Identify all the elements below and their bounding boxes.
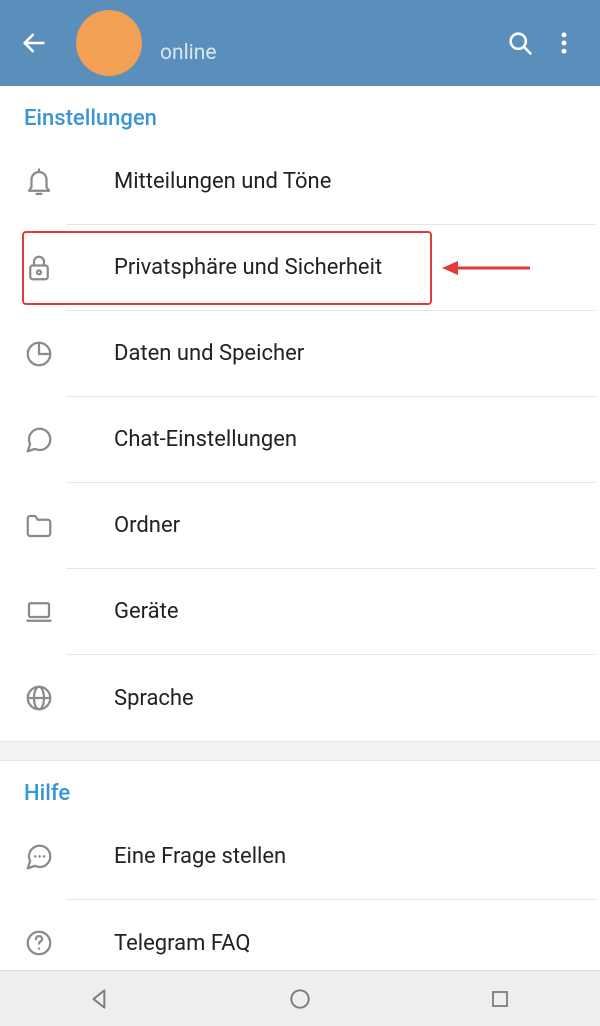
- help-item-ask[interactable]: Eine Frage stellen: [0, 814, 600, 900]
- settings-item-label: Ordner: [66, 483, 596, 569]
- settings-item-folders[interactable]: Ordner: [0, 483, 600, 569]
- triangle-back-icon: [87, 986, 113, 1012]
- bell-icon: [24, 167, 66, 197]
- header-title-block: online: [160, 21, 498, 65]
- nav-back-button[interactable]: [70, 979, 130, 1019]
- help-list: Eine Frage stellen Telegram FAQ: [0, 814, 600, 986]
- lock-icon: [24, 253, 66, 283]
- settings-item-chat[interactable]: Chat-Einstellungen: [0, 397, 600, 483]
- chat-bubble-icon: [24, 425, 66, 455]
- nav-home-button[interactable]: [270, 979, 330, 1019]
- settings-item-data[interactable]: Daten und Speicher: [0, 311, 600, 397]
- square-recent-icon: [488, 987, 512, 1011]
- help-item-label: Eine Frage stellen: [66, 814, 596, 900]
- settings-item-label: Sprache: [66, 655, 596, 741]
- settings-item-label: Privatsphäre und Sicherheit: [66, 225, 596, 311]
- settings-item-devices[interactable]: Geräte: [0, 569, 600, 655]
- search-button[interactable]: [498, 21, 542, 65]
- arrow-left-icon: [20, 29, 48, 57]
- settings-item-label: Mitteilungen und Töne: [66, 139, 596, 225]
- question-circle-icon: [24, 928, 66, 958]
- settings-item-label: Daten und Speicher: [66, 311, 596, 397]
- section-title-settings: Einstellungen: [0, 86, 600, 139]
- globe-icon: [24, 683, 66, 713]
- laptop-icon: [24, 597, 66, 627]
- section-title-help: Hilfe: [0, 761, 600, 814]
- more-vertical-icon: [550, 29, 578, 57]
- settings-item-label: Chat-Einstellungen: [66, 397, 596, 483]
- status-text: online: [160, 41, 498, 65]
- folder-icon: [24, 511, 66, 541]
- chat-dots-icon: [24, 842, 66, 872]
- settings-item-label: Geräte: [66, 569, 596, 655]
- circle-home-icon: [287, 986, 313, 1012]
- app-header: online: [0, 0, 600, 86]
- settings-item-privacy[interactable]: Privatsphäre und Sicherheit: [0, 225, 600, 311]
- system-navbar: [0, 970, 600, 1026]
- section-divider: [0, 741, 600, 761]
- pie-chart-icon: [24, 339, 66, 369]
- settings-item-language[interactable]: Sprache: [0, 655, 600, 741]
- overflow-menu-button[interactable]: [542, 21, 586, 65]
- back-button[interactable]: [14, 23, 54, 63]
- avatar[interactable]: [76, 10, 142, 76]
- nav-recent-button[interactable]: [470, 979, 530, 1019]
- settings-item-notifications[interactable]: Mitteilungen und Töne: [0, 139, 600, 225]
- search-icon: [506, 29, 534, 57]
- settings-list: Mitteilungen und Töne Privatsphäre und S…: [0, 139, 600, 741]
